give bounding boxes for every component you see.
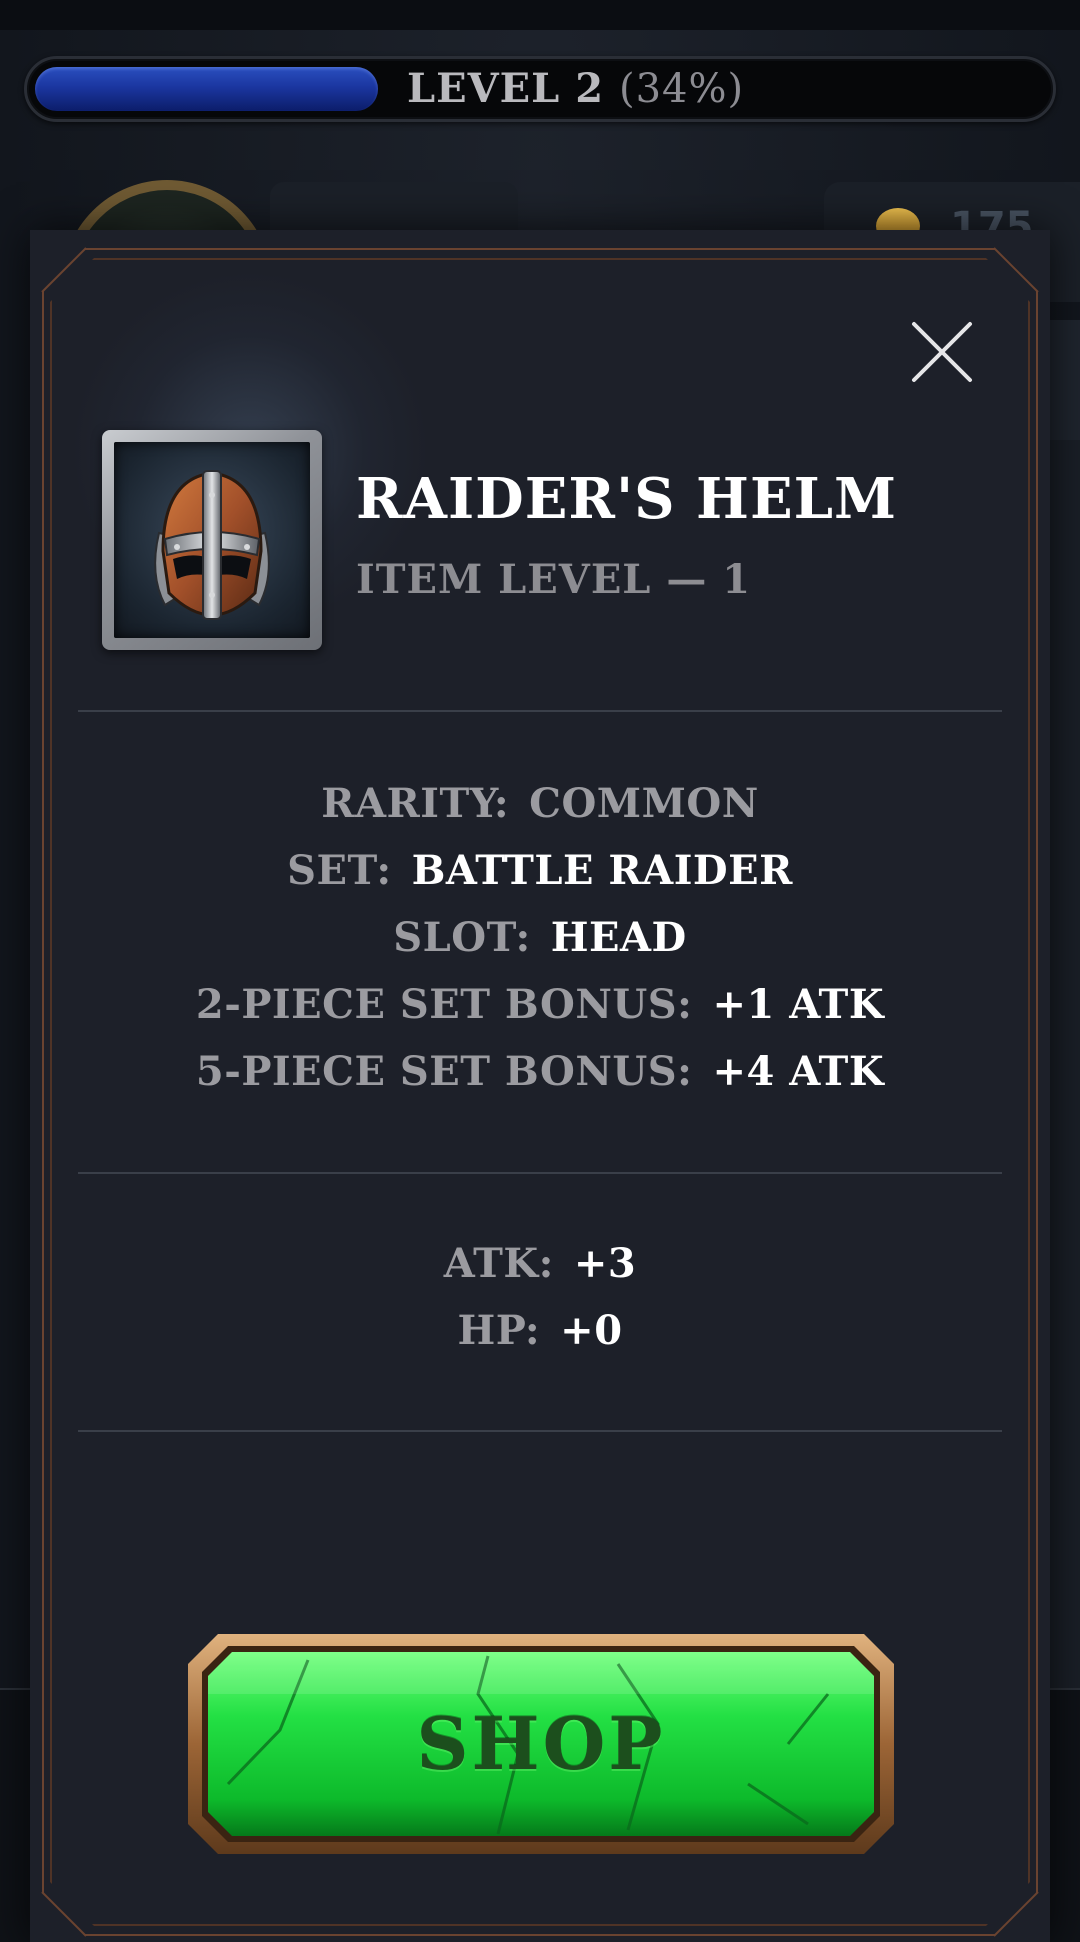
- stat-value: +3: [573, 1240, 637, 1287]
- level-label: LEVEL 2: [407, 65, 605, 112]
- shop-button[interactable]: SHOP: [188, 1634, 894, 1854]
- item-details-modal: RAIDER'S HELM ITEM LEVEL — 1 RARITY: COMM…: [30, 230, 1050, 1942]
- close-icon: [912, 322, 972, 382]
- attribute-key: 2-PIECE SET BONUS:: [195, 981, 693, 1028]
- stat-row-atk: ATK: +3: [30, 1230, 1050, 1297]
- attribute-row-slot: SLOT: HEAD: [30, 904, 1050, 971]
- stat-row-hp: HP: +0: [30, 1297, 1050, 1364]
- close-button[interactable]: [900, 310, 984, 394]
- divider-bottom: [78, 1430, 1002, 1432]
- attribute-row-set: SET: BATTLE RAIDER: [30, 837, 1050, 904]
- attribute-row-5piece-bonus: 5-PIECE SET BONUS: +4 ATK: [30, 1038, 1050, 1105]
- attribute-value: BATTLE RAIDER: [411, 847, 793, 894]
- attribute-key: RARITY:: [321, 780, 510, 827]
- item-level: ITEM LEVEL — 1: [356, 556, 752, 603]
- level-progress-bar: LEVEL 2 (34%): [24, 56, 1056, 122]
- level-progress-fill: [35, 67, 378, 111]
- item-icon-frame: [102, 430, 322, 650]
- item-icon-background: [114, 442, 310, 638]
- stat-value: +0: [560, 1307, 623, 1354]
- item-title: RAIDER'S HELM: [356, 466, 898, 532]
- side-panel: [1050, 320, 1080, 440]
- side-panel-lower: [1050, 440, 1080, 1690]
- game-screen: LEVEL 2 (34%) 175 RAIDER'S HELM ITEM LEV…: [0, 0, 1080, 1942]
- status-strip: [0, 0, 1080, 30]
- stat-key: ATK:: [443, 1240, 554, 1287]
- item-stats: ATK: +3 HP: +0: [30, 1230, 1050, 1364]
- attribute-value: HEAD: [550, 914, 687, 961]
- level-percent: (34%): [618, 66, 745, 112]
- knight-helmet-icon: [154, 470, 270, 620]
- attribute-value: +4 ATK: [712, 1048, 885, 1095]
- attribute-value: COMMON: [529, 780, 759, 827]
- shop-button-label: SHOP: [416, 1701, 666, 1786]
- attribute-key: 5-PIECE SET BONUS:: [195, 1048, 693, 1095]
- divider-middle: [78, 1172, 1002, 1174]
- attribute-row-2piece-bonus: 2-PIECE SET BONUS: +1 ATK: [30, 971, 1050, 1038]
- item-attributes: RARITY: COMMON SET: BATTLE RAIDER SLOT: HEA…: [30, 770, 1050, 1105]
- level-progress-label: LEVEL 2 (34%): [407, 59, 744, 119]
- divider-top: [78, 710, 1002, 712]
- attribute-key: SET:: [287, 847, 392, 894]
- attribute-row-rarity: RARITY: COMMON: [30, 770, 1050, 837]
- attribute-value: +1 ATK: [712, 981, 885, 1028]
- attribute-key: SLOT:: [393, 914, 531, 961]
- stat-key: HP:: [457, 1307, 541, 1354]
